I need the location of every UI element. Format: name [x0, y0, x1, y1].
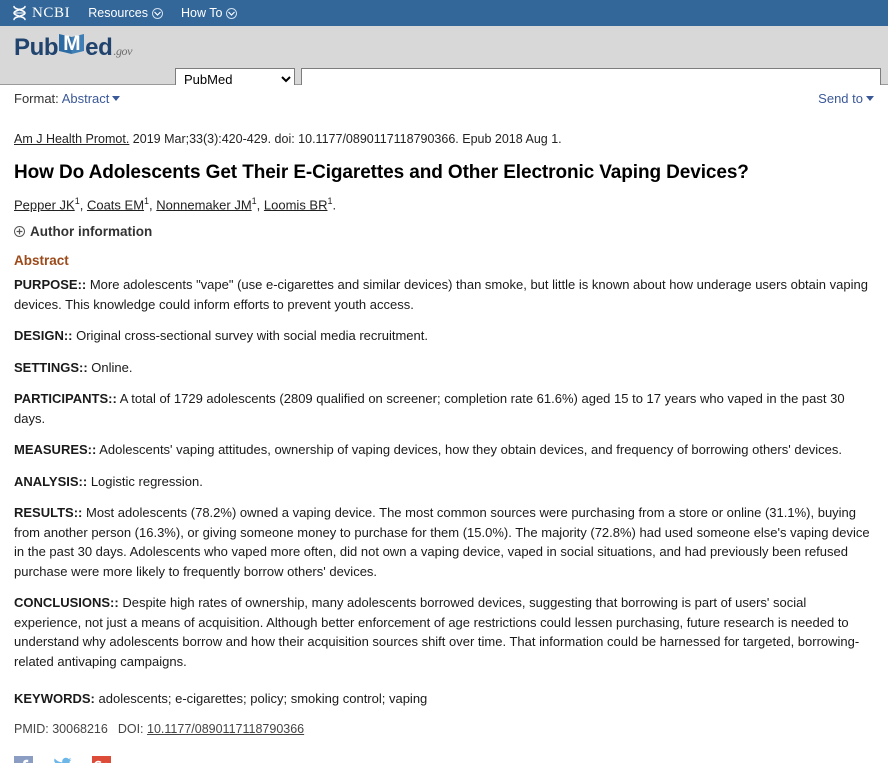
twitter-icon[interactable] — [53, 756, 72, 763]
abstract-section-text: More adolescents "vape" (use e-cigarette… — [14, 277, 868, 312]
author-list: Pepper JK1, Coats EM1, Nonnemaker JM1, L… — [14, 193, 874, 213]
abstract-section-results: RESULTS:: Most adolescents (78.2%) owned… — [14, 503, 874, 581]
doi-label: DOI: — [117, 722, 144, 737]
pmid-label: PMID: — [14, 722, 49, 737]
ncbi-top-bar: NCBI Resources How To — [0, 0, 888, 26]
display-toolbar: Format: Abstract Send to — [0, 85, 888, 117]
abstract-section-conclusions: CONCLUSIONS:: Despite high rates of owne… — [14, 593, 874, 671]
author-link[interactable]: Loomis BR — [264, 197, 328, 212]
citation-line: Am J Health Promot. 2019 Mar;33(3):420-4… — [14, 131, 874, 147]
pubmed-logo-letter: M — [63, 32, 81, 55]
doi-link[interactable]: 10.1177/0890117118790366 — [147, 722, 304, 736]
keywords-label: KEYWORDS: — [14, 691, 95, 707]
abstract-section-participants: PARTICIPANTS:: A total of 1729 adolescen… — [14, 389, 874, 428]
send-to-label: Send to — [818, 91, 863, 106]
dna-helix-icon — [12, 5, 27, 21]
journal-link[interactable]: Am J Health Promot. — [14, 132, 129, 146]
author-separator: , — [79, 197, 87, 213]
ncbi-logo-text: NCBI — [32, 4, 71, 21]
abstract-section-label: DESIGN:: — [14, 328, 73, 344]
abstract-section-label: CONCLUSIONS:: — [14, 595, 119, 611]
author-link[interactable]: Coats EM — [87, 197, 144, 212]
menu-resources[interactable]: Resources — [88, 6, 163, 20]
pubmed-logo-suffix: .gov — [113, 44, 133, 58]
abstract-heading: Abstract — [14, 253, 69, 269]
keywords-line: KEYWORDS: adolescents; e-cigarettes; pol… — [14, 689, 874, 708]
article-container: Am J Health Promot. 2019 Mar;33(3):420-4… — [0, 117, 888, 736]
abstract-section-label: PURPOSE:: — [14, 277, 87, 293]
format-control[interactable]: Format: Abstract — [14, 91, 121, 106]
caret-down-icon — [112, 96, 121, 101]
pubmed-logo[interactable]: Pub Med .gov — [14, 32, 132, 64]
pubmed-header: PubMed.gov US National Library of Medici… — [0, 26, 888, 120]
chevron-down-circle-icon — [152, 7, 163, 19]
abstract-section-label: ANALYSIS:: — [14, 473, 88, 489]
pubmed-book-icon: M — [58, 32, 85, 55]
plus-circle-icon — [14, 226, 25, 238]
social-share-bar — [0, 752, 888, 763]
menu-how-to[interactable]: How To — [181, 6, 238, 20]
pmid-value: 30068216 — [48, 722, 108, 737]
format-label: Format: — [14, 91, 59, 106]
chevron-down-circle-icon — [226, 7, 238, 19]
abstract-section-text: A total of 1729 adolescents (2809 qualif… — [14, 391, 845, 426]
author-link[interactable]: Nonnemaker JM — [156, 197, 251, 212]
abstract-section-text: Most adolescents (78.2%) owned a vaping … — [14, 505, 870, 579]
format-value: Abstract — [61, 91, 110, 106]
send-to-button[interactable]: Send to — [818, 91, 874, 106]
caret-down-icon — [866, 96, 874, 101]
menu-how-to-label: How To — [181, 6, 223, 20]
keywords-value: adolescents; e-cigarettes; policy; smoki… — [94, 691, 428, 707]
abstract-section-text: Despite high rates of ownership, many ad… — [14, 595, 860, 669]
abstract-section-purpose: PURPOSE:: More adolescents "vape" (use e… — [14, 275, 874, 314]
abstract-section-settings: SETTINGS:: Online. — [14, 358, 874, 378]
abstract-section-text: Adolescents' vaping attitudes, ownership… — [96, 442, 843, 458]
abstract-section-measures: MEASURES:: Adolescents' vaping attitudes… — [14, 440, 874, 460]
abstract-section-label: RESULTS:: — [14, 505, 83, 521]
abstract-section-design: DESIGN:: Original cross-sectional survey… — [14, 326, 874, 346]
identifier-line: PMID: 30068216 DOI: 10.1177/0890117118790… — [14, 722, 874, 736]
ncbi-logo[interactable]: NCBI — [12, 5, 70, 22]
facebook-icon[interactable] — [14, 756, 33, 763]
author-link[interactable]: Pepper JK — [14, 197, 75, 212]
author-information-toggle[interactable]: Author information — [14, 224, 874, 239]
author-separator: . — [332, 197, 337, 213]
google-plus-icon[interactable] — [92, 756, 111, 763]
author-information-label: Author information — [30, 224, 153, 240]
abstract-section-label: SETTINGS:: — [14, 359, 88, 375]
abstract-section-text: Logistic regression. — [87, 473, 203, 489]
abstract-section-text: Original cross-sectional survey with soc… — [72, 328, 428, 344]
author-separator: , — [256, 197, 264, 213]
abstract-section-label: MEASURES:: — [14, 442, 97, 458]
abstract-section-analysis: ANALYSIS:: Logistic regression. — [14, 472, 874, 492]
article-title: How Do Adolescents Get Their E-Cigarette… — [14, 162, 749, 183]
menu-resources-label: Resources — [88, 6, 148, 20]
abstract-section-label: PARTICIPANTS:: — [14, 391, 117, 407]
pubmed-logo-part1: Pub — [14, 34, 59, 61]
citation-details: 2019 Mar;33(3):420-429. doi: 10.1177/089… — [129, 132, 562, 146]
abstract-section-text: Online. — [87, 359, 133, 375]
pubmed-logo-part2: ed — [85, 34, 113, 61]
